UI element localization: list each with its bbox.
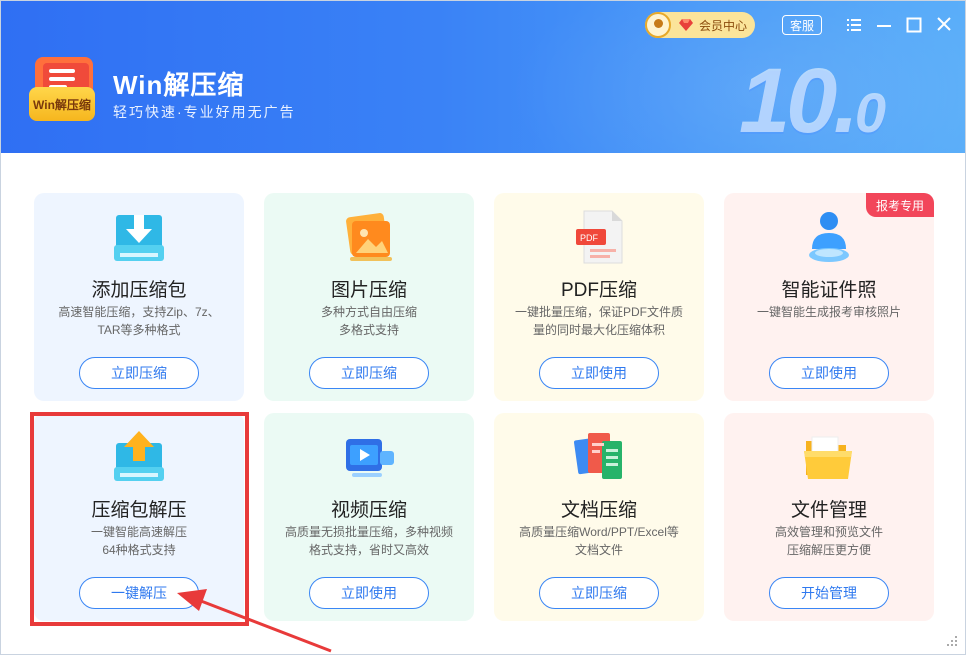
card-image-compress[interactable]: 图片压缩 多种方式自由压缩 多格式支持 立即压缩 [264,193,474,401]
card-file-manager[interactable]: 文件管理 高效管理和预览文件 压缩解压更方便 开始管理 [724,413,934,621]
start-manage-button[interactable]: 开始管理 [769,577,889,609]
use-now-button[interactable]: 立即使用 [769,357,889,389]
svg-text:PDF: PDF [580,233,599,243]
header-banner: Win解压缩 Win解压缩 轻巧快速·专业好用无广告 10.0 会员中心 客服 [1,1,965,153]
card-description: 一键智能生成报考审核照片 [756,305,901,319]
maximize-icon[interactable] [903,15,925,35]
card-description: 高效管理和预览文件 压缩解压更方便 [774,525,883,557]
person-icon [809,212,849,262]
menu-icon[interactable] [843,15,865,35]
exam-tag-badge: 报考专用 [866,193,934,217]
card-title: 添加压缩包 [91,280,187,301]
vip-center-button[interactable]: 会员中心 [645,12,755,38]
card-title: 文件管理 [790,500,867,521]
card-document-compress[interactable]: 文档压缩 高质量压缩Word/PPT/Excel等 文档文件 立即压缩 [494,413,704,621]
highlight-box [30,412,249,626]
card-description: 高质量无损批量压缩，多种视频 格式支持，省时又高效 [284,525,453,557]
version-number: 10.0 [739,50,886,152]
avatar [645,12,671,38]
app-subtitle: 轻巧快速·专业好用无广告 [113,104,296,120]
card-title: 视频压缩 [330,500,407,521]
app-title: Win解压缩 [113,70,245,100]
card-title: PDF压缩 [560,280,637,301]
close-icon[interactable] [933,15,955,35]
card-title: 图片压缩 [330,280,407,301]
compress-now-button[interactable]: 立即压缩 [539,577,659,609]
vip-label: 会员中心 [699,18,748,33]
folder-icon [804,436,852,479]
card-description: 高速智能压缩，支持Zip、7z、 TAR等多种格式 [58,305,220,337]
app-window: Win解压缩 Win解压缩 轻巧快速·专业好用无广告 10.0 会员中心 客服 [0,0,966,655]
compress-now-button[interactable]: 立即压缩 [309,357,429,389]
card-description: 多种方式自由压缩 多格式支持 [320,305,417,337]
card-description: 高质量压缩Word/PPT/Excel等 文档文件 [519,525,679,557]
use-now-button[interactable]: 立即使用 [309,577,429,609]
image-icon [346,213,392,261]
card-title: 智能证件照 [781,280,877,301]
card-description: 一键批量压缩，保证PDF文件质 量的同时最大化压缩体积 [514,305,683,337]
pdf-icon: PDF [576,210,623,264]
card-video-compress[interactable]: 视频压缩 高质量无损批量压缩，多种视频 格式支持，省时又高效 立即使用 [264,413,474,621]
card-title: 文档压缩 [560,500,637,521]
resize-grip-icon[interactable] [945,634,959,648]
compress-now-button[interactable]: 立即压缩 [79,357,199,389]
video-icon [346,439,394,477]
documents-icon [573,433,622,479]
customer-service-button[interactable]: 客服 [782,15,822,35]
logo-text: Win解压缩 [29,87,95,121]
card-add-archive[interactable]: 添加压缩包 高速智能压缩，支持Zip、7z、 TAR等多种格式 立即压缩 [34,193,244,401]
minimize-icon[interactable] [873,15,895,35]
use-now-button[interactable]: 立即使用 [539,357,659,389]
card-id-photo[interactable]: 报考专用 智能证件照 一键智能生成报考审核照片 立即使用 [724,193,934,401]
app-logo: Win解压缩 [29,57,95,121]
download-box-icon [114,215,164,261]
diamond-icon [679,19,693,31]
card-pdf-compress[interactable]: PDF PDF压缩 一键批量压缩，保证PDF文件质 量的同时最大化压缩体积 立即… [494,193,704,401]
